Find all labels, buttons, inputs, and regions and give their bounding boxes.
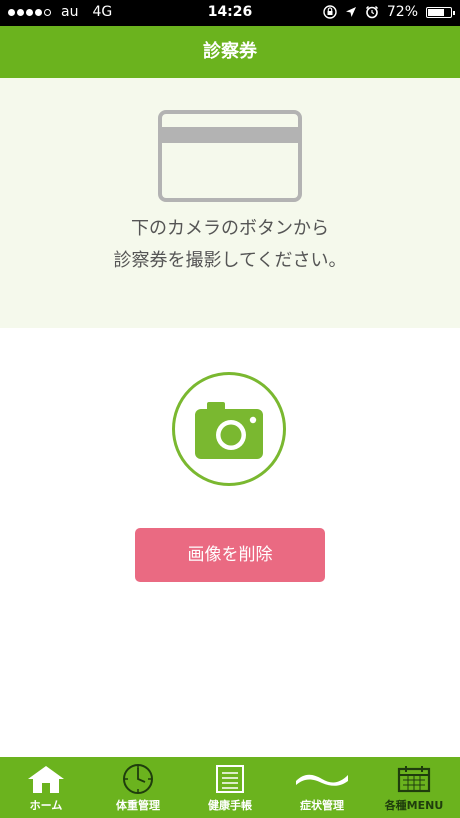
camera-button[interactable]	[172, 372, 286, 486]
instruction-line-1: 下のカメラのボタンから	[131, 218, 329, 239]
tab-menu[interactable]: 各種MENU	[368, 757, 460, 818]
card-icon	[158, 110, 302, 202]
calendar-icon	[397, 766, 431, 793]
status-bar: au 4G 14:26 72%	[0, 0, 460, 26]
tab-weight-label: 体重管理	[116, 799, 160, 812]
battery-fill	[428, 8, 444, 16]
delete-image-button[interactable]: 画像を削除	[135, 528, 325, 582]
battery-icon	[426, 6, 455, 18]
location-arrow-icon	[345, 7, 356, 17]
tab-health-book-label: 健康手帳	[208, 799, 252, 812]
tab-weight[interactable]: 体重管理	[92, 757, 184, 818]
tab-home-label: ホーム	[29, 799, 63, 812]
nav-bar: 診察券	[0, 26, 460, 78]
tab-symptoms-label: 症状管理	[300, 799, 344, 812]
orientation-lock-icon	[323, 5, 337, 19]
battery-percent: 72%	[386, 4, 418, 20]
page-title: 診察券	[203, 41, 257, 62]
camera-icon	[195, 402, 263, 459]
home-icon	[28, 766, 64, 793]
tab-menu-label: 各種MENU	[384, 799, 444, 812]
notebook-icon	[216, 765, 244, 793]
tab-home[interactable]: ホーム	[0, 757, 92, 818]
wave-icon	[296, 774, 348, 786]
tab-health-book[interactable]: 健康手帳	[184, 757, 276, 818]
tab-bar: ホーム 体重管理 健康手帳 症状管理 各種MENU	[0, 757, 460, 818]
tab-symptoms[interactable]: 症状管理	[276, 757, 368, 818]
instruction-line-2: 診察券を撮影してください。	[113, 250, 347, 271]
clock-icon	[123, 764, 153, 794]
status-right: 72%	[323, 4, 455, 20]
alarm-icon	[365, 5, 378, 19]
